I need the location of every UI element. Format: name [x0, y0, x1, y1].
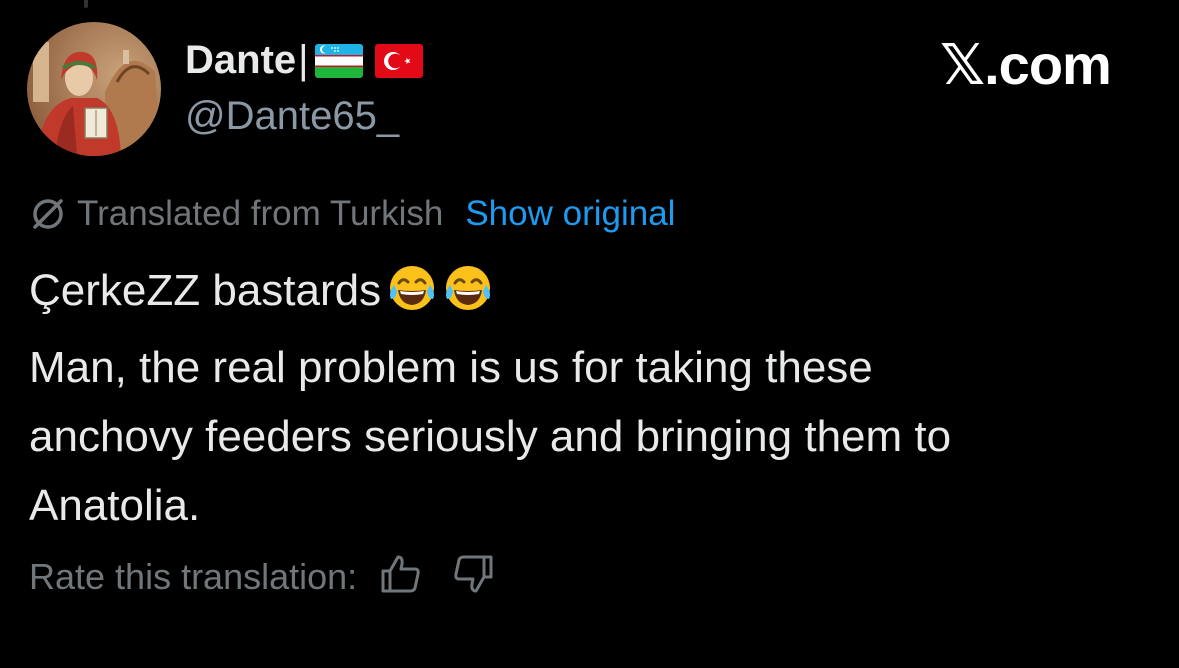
name-separator: | [298, 38, 309, 82]
tweet-line-3: anchovy feeders seriously and bringing t… [29, 412, 952, 461]
face-with-tears-of-joy-emoji-icon [443, 263, 493, 333]
uzbekistan-flag-icon [314, 43, 363, 78]
avatar[interactable] [27, 22, 161, 156]
thread-connector-line [84, 0, 88, 8]
x-brand-logo: 𝕏.com [940, 33, 1112, 96]
author-display-name[interactable]: Dante | [185, 38, 435, 83]
author-handle[interactable]: @Dante65_ [185, 94, 399, 139]
no-translation-icon [29, 195, 77, 233]
rate-translation-row: Rate this translation: [29, 553, 495, 600]
author-name-text: Dante [185, 38, 297, 82]
thumbs-up-icon[interactable] [379, 553, 421, 600]
show-original-link[interactable]: Show original [465, 194, 675, 234]
turkey-flag-icon [374, 43, 423, 78]
translated-from-label: Translated from Turkish [77, 194, 444, 233]
rate-translation-label: Rate this translation: [29, 555, 358, 597]
tweet-line-1-text: ÇerkeZZ bastards [29, 266, 382, 315]
tweet-line-2: Man, the real problem is us for taking t… [29, 343, 873, 392]
face-with-tears-of-joy-emoji-icon [387, 263, 437, 333]
tweet-text: ÇerkeZZ bastards Man, the real problem i… [29, 256, 1149, 540]
thumbs-down-icon[interactable] [453, 553, 495, 600]
translation-notice: Translated from Turkish Show original [29, 194, 675, 234]
tweet-line-4: Anatolia. [29, 481, 201, 530]
tweet-line-1: ÇerkeZZ bastards [29, 256, 1149, 333]
